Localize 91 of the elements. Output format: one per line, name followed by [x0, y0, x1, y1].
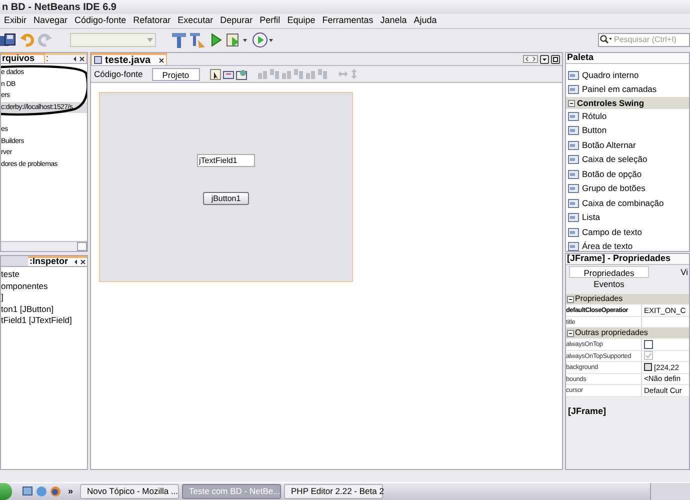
panel-title: :Inspetor [29, 255, 68, 268]
tree-item[interactable]: teste [1, 269, 87, 280]
window-title: n BD - NetBeans IDE 6.9 [2, 0, 116, 14]
start-button[interactable] [0, 483, 12, 500]
menu-item[interactable]: Ferramentas [322, 14, 374, 28]
properties-tab[interactable]: Eventos [569, 278, 649, 290]
debug-icon[interactable] [226, 32, 248, 48]
desktop-icon[interactable] [22, 486, 33, 497]
section-label: Propriedades [575, 293, 623, 305]
panel-tab[interactable]: :Inspetor [28, 256, 87, 266]
menu-item[interactable]: Executar [178, 14, 214, 28]
palette-item[interactable]: Grupo de botões [582, 182, 646, 196]
panel-tab[interactable]: : [45, 53, 87, 63]
menu-item[interactable]: Janela [380, 14, 407, 28]
menu-item[interactable]: Equipe [287, 14, 316, 28]
component-icon [568, 170, 579, 179]
palette-item[interactable]: Área de texto [582, 240, 633, 251]
menu-item[interactable]: Perfil [260, 14, 280, 28]
connection-mode-icon[interactable] [222, 68, 234, 80]
menu-item[interactable]: Ajuda [414, 14, 437, 28]
palette-item[interactable]: Campo de texto [582, 226, 642, 239]
menu-item[interactable]: Depurar [220, 14, 253, 28]
component-icon [568, 184, 579, 194]
more-button[interactable]: » [68, 484, 74, 498]
run-icon[interactable] [210, 32, 222, 46]
editor-tab[interactable]: teste.java [91, 53, 167, 65]
panel-controls-icon[interactable] [73, 56, 85, 62]
category-header[interactable]: Controles Swing [566, 97, 689, 109]
view-toggle[interactable]: Projeto [152, 68, 200, 80]
preview-icon[interactable] [236, 68, 248, 80]
profile-icon[interactable] [252, 32, 274, 48]
menu-item[interactable]: Código-fonte [74, 14, 126, 28]
search-field[interactable]: Pesquisar (Ctrl+I) [598, 32, 690, 46]
taskbar-button[interactable]: PHP Editor 2.22 - Beta 2 [284, 484, 384, 499]
tree-item[interactable]: ton1 [JButton] [1, 304, 87, 315]
tree-item[interactable]: tField1 [JTextField] [1, 315, 87, 326]
component-icon [568, 140, 579, 150]
maximize-icon[interactable] [551, 55, 560, 64]
panel-title: [JFrame] - Propriedades [567, 252, 671, 266]
menu-item[interactable]: Refatorar [133, 14, 171, 28]
tree-item[interactable]: omponentes [1, 280, 87, 292]
component-icon [568, 213, 579, 222]
globe-icon[interactable] [50, 486, 61, 497]
collapse-icon[interactable] [568, 100, 575, 106]
component-icon [568, 228, 579, 237]
component-icon [568, 126, 579, 136]
form-file-icon [94, 56, 102, 64]
properties-tab[interactable]: Vi [649, 266, 689, 278]
search-icon [600, 35, 612, 44]
tree-item[interactable]: ] [1, 292, 87, 304]
dropdown-icon[interactable] [540, 55, 549, 64]
component-icon [568, 85, 579, 94]
component-icon [568, 198, 579, 208]
palette-item[interactable]: Botão Alternar [582, 138, 636, 152]
selection-mode-icon[interactable] [210, 68, 221, 80]
palette-item[interactable]: Botão de opção [582, 168, 642, 181]
caret-icon [147, 38, 153, 42]
component-icon [568, 112, 579, 121]
selection-label: [JFrame] [568, 406, 606, 416]
taskbar-button[interactable]: Novo Tópico - Mozilla ... [80, 484, 180, 499]
collapse-icon[interactable] [567, 296, 574, 302]
collapse-icon[interactable] [567, 330, 574, 336]
view-toggle[interactable]: Código-fonte [93, 68, 144, 80]
section-label: Outras propriedades [575, 327, 648, 339]
form-button[interactable]: jButton1 [203, 192, 249, 205]
component-icon [568, 70, 579, 80]
palette-item[interactable]: Caixa de seleção [582, 153, 648, 166]
palette-item[interactable]: Painel em camadas [582, 83, 657, 96]
palette-item[interactable]: Quadro interno [582, 68, 639, 82]
palette-item[interactable]: Button [582, 124, 607, 138]
menu-item[interactable]: Navegar [34, 14, 68, 28]
tab-navigation-icon[interactable] [523, 55, 538, 63]
panel-title: Paleta [567, 53, 594, 64]
category-label: Controles Swing [577, 96, 644, 110]
section-header[interactable]: Outras propriedades [566, 328, 689, 339]
system-tray [650, 482, 690, 500]
close-icon[interactable] [158, 58, 164, 62]
component-icon [568, 242, 579, 251]
panel-controls-icon[interactable] [74, 259, 86, 265]
horizontal-scrollbar[interactable] [1, 241, 87, 251]
panel-tab[interactable]: rquivos [1, 53, 45, 63]
properties-tab[interactable]: Propriedades [569, 266, 649, 278]
text-field[interactable]: jTextField1 [197, 154, 255, 167]
palette-item[interactable]: Caixa de combinação [582, 196, 664, 210]
save-all-icon[interactable] [0, 32, 16, 48]
component-icon [568, 155, 579, 164]
menu-item[interactable]: Exibir [4, 14, 27, 28]
checkbox[interactable] [644, 340, 653, 349]
palette-item[interactable]: Rótulo [582, 110, 607, 123]
palette-item[interactable]: Lista [582, 211, 600, 224]
section-header[interactable]: Propriedades [566, 294, 689, 305]
